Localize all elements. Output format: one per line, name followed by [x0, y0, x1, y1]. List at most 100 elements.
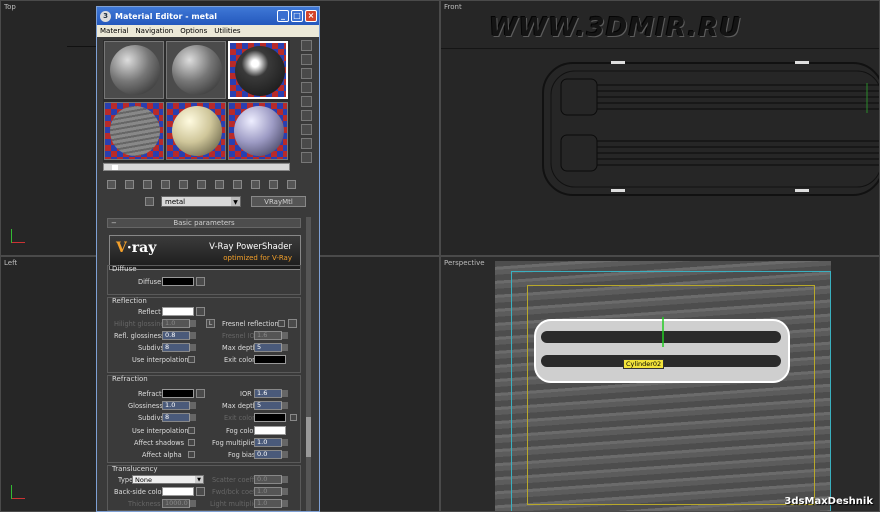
uv-tiling-icon[interactable] [301, 82, 312, 93]
background-icon[interactable] [301, 68, 312, 79]
max-depth-spinner[interactable]: 5 [254, 401, 288, 410]
fresnel-lock-button[interactable] [288, 319, 297, 328]
get-material-icon[interactable] [107, 180, 116, 189]
viewport-perspective[interactable]: Perspective Cylinder02 3dsMaxDeshnik [440, 256, 880, 512]
show-map-icon[interactable] [251, 180, 260, 189]
axis-tripod-icon [9, 229, 25, 245]
rollout-header[interactable]: − Basic parameters [107, 218, 301, 228]
viewport-label-perspective[interactable]: Perspective [444, 259, 485, 267]
type-label: Type [118, 476, 134, 484]
group-title: Diffuse [112, 265, 137, 273]
close-button[interactable]: × [305, 10, 317, 22]
menu-navigation[interactable]: Navigation [135, 27, 173, 35]
material-editor-window[interactable]: 3 Material Editor - metal _ □ × Material… [96, 6, 320, 512]
fog-bias-label: Fog bias [228, 451, 256, 459]
put-to-library-icon[interactable] [215, 180, 224, 189]
ior-spinner[interactable]: 1.6 [254, 389, 288, 398]
subdivs-spinner[interactable]: 8 [162, 413, 196, 422]
diffuse-color-swatch[interactable] [162, 277, 194, 286]
minimize-button[interactable]: _ [277, 10, 289, 22]
fog-bias-spinner[interactable]: 0.0 [254, 450, 288, 459]
sample-slot-3-active[interactable] [228, 41, 288, 99]
exit-color-swatch[interactable] [254, 355, 286, 364]
make-preview-icon[interactable] [301, 110, 312, 121]
assign-to-selection-icon[interactable] [143, 180, 152, 189]
fresnel-ior-spinner[interactable]: 1.6 [254, 331, 288, 340]
group-title: Translucency [112, 465, 158, 473]
refract-color-swatch[interactable] [162, 389, 194, 398]
refract-map-button[interactable] [196, 389, 205, 398]
hilight-glossiness-spinner[interactable]: 1.0 [162, 319, 196, 328]
options-icon[interactable] [301, 124, 312, 135]
menu-material[interactable]: Material [100, 27, 128, 35]
fog-multiplier-spinner[interactable]: 1.0 [254, 438, 288, 447]
vray-title: V-Ray PowerShader [209, 242, 292, 252]
viewport-front[interactable]: Front WWW.3DMIR.RU [440, 0, 880, 256]
axis-tripod-icon [9, 485, 25, 501]
rollout-title: Basic parameters [173, 219, 235, 227]
reflect-color-swatch[interactable] [162, 307, 194, 316]
go-to-parent-icon[interactable] [287, 180, 296, 189]
make-copy-icon[interactable] [179, 180, 188, 189]
sample-slots [103, 40, 290, 162]
sample-slot-2[interactable] [166, 41, 226, 99]
maximize-button[interactable]: □ [291, 10, 303, 22]
sample-slot-1[interactable] [104, 41, 164, 99]
material-toolbar [103, 180, 313, 192]
material-name-row: metal ▼ VRayMtl [103, 196, 313, 208]
type-dropdown[interactable]: None ▼ [132, 475, 204, 484]
fresnel-checkbox[interactable] [278, 320, 285, 327]
select-by-material-icon[interactable] [301, 138, 312, 149]
chevron-down-icon[interactable]: ▼ [231, 197, 240, 206]
affect-shadows-checkbox[interactable] [188, 439, 195, 446]
viewport-label-front[interactable]: Front [444, 3, 462, 11]
fog-color-swatch[interactable] [254, 426, 286, 435]
menu-options[interactable]: Options [180, 27, 207, 35]
video-check-icon[interactable] [301, 96, 312, 107]
viewport-label-left[interactable]: Left [4, 259, 17, 267]
viewport-label-top[interactable]: Top [4, 3, 16, 11]
material-navigator-icon[interactable] [301, 152, 312, 163]
sample-slot-5[interactable] [166, 102, 226, 160]
sample-slot-6[interactable] [228, 102, 288, 160]
put-to-scene-icon[interactable] [125, 180, 134, 189]
fwd-bck-coeff-label: Fwd/bck coeff [212, 488, 258, 496]
make-unique-icon[interactable] [197, 180, 206, 189]
exit-color-swatch[interactable] [254, 413, 286, 422]
lock-button[interactable]: L [206, 319, 215, 328]
subdivs-spinner[interactable]: 8 [162, 343, 196, 352]
glossiness-label: Glossiness [128, 402, 163, 410]
fwd-bck-coeff-spinner[interactable]: 1.0 [254, 487, 288, 496]
exit-color-checkbox[interactable] [290, 414, 297, 421]
slots-scrollbar[interactable] [103, 163, 290, 171]
use-interpolation-label: Use interpolation [132, 427, 189, 435]
refract-label: Refract [138, 390, 162, 398]
back-side-color-swatch[interactable] [162, 487, 194, 496]
menu-utilities[interactable]: Utilities [214, 27, 240, 35]
refl-glossiness-spinner[interactable]: 0.8 [162, 331, 196, 340]
max-depth-spinner[interactable]: 5 [254, 343, 288, 352]
material-effects-channel-icon[interactable] [233, 180, 242, 189]
diffuse-map-button[interactable] [196, 277, 205, 286]
reflect-map-button[interactable] [196, 307, 205, 316]
affect-alpha-checkbox[interactable] [188, 451, 195, 458]
rollout-scrollbar[interactable] [306, 217, 311, 511]
light-multiplier-spinner[interactable]: 1.0 [254, 499, 288, 508]
glossiness-spinner[interactable]: 1.0 [162, 401, 196, 410]
brand-signature: 3dsMaxDeshnik [784, 496, 873, 507]
reset-map-icon[interactable] [161, 180, 170, 189]
use-interpolation-checkbox[interactable] [188, 427, 195, 434]
title-bar[interactable]: 3 Material Editor - metal _ □ × [97, 7, 319, 25]
pick-material-icon[interactable] [145, 197, 154, 206]
show-end-result-icon[interactable] [269, 180, 278, 189]
scatter-coeff-spinner[interactable]: 0.0 [254, 475, 288, 484]
back-side-map-button[interactable] [196, 487, 205, 496]
sample-slot-4[interactable] [104, 102, 164, 160]
exit-color-label: Exit color [224, 414, 255, 422]
backlight-icon[interactable] [301, 54, 312, 65]
material-name-field[interactable]: metal ▼ [161, 196, 241, 207]
material-type-button[interactable]: VRayMtl [251, 196, 306, 207]
use-interpolation-checkbox[interactable] [188, 356, 195, 363]
sample-type-icon[interactable] [301, 40, 312, 51]
thickness-spinner[interactable]: 1000.0 [162, 499, 196, 508]
